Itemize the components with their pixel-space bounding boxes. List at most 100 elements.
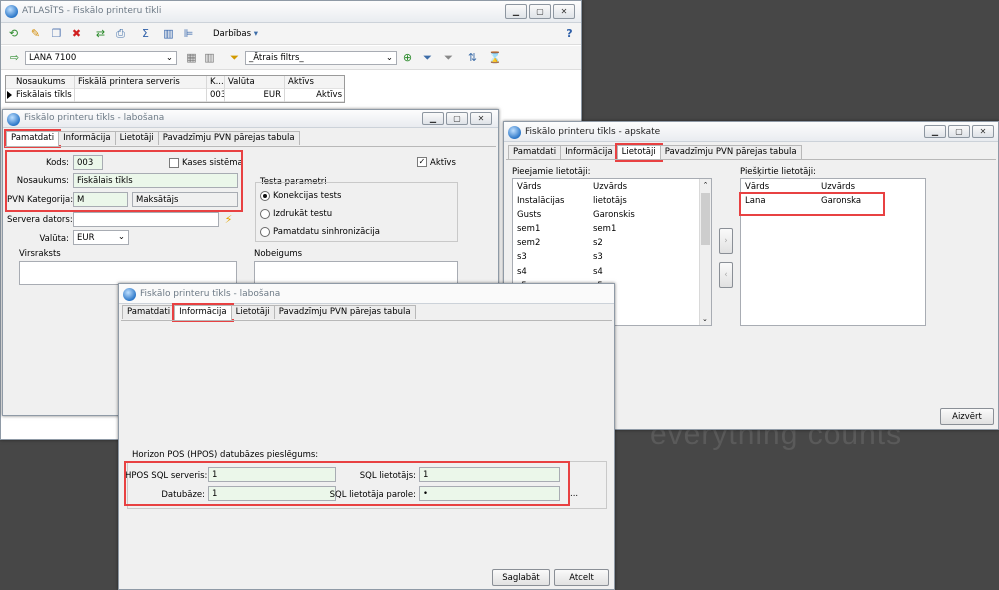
- table-row[interactable]: Fiskālais tīkls 003 EUR Aktīvs: [6, 89, 344, 102]
- sql-password-field[interactable]: •: [419, 486, 560, 501]
- column-header[interactable]: Fiskālā printera serveris: [75, 76, 207, 89]
- column-header[interactable]: Valūta: [225, 76, 285, 89]
- company-select[interactable]: LANA 7100 ⌄: [25, 51, 177, 65]
- minimize-button[interactable]: ▁: [422, 112, 444, 125]
- tab-pvn-tabula[interactable]: Pavadzīmju PVN pārejas tabula: [157, 131, 300, 145]
- chevron-down-icon: ▾: [253, 29, 259, 39]
- columns-icon[interactable]: ▥: [162, 27, 175, 40]
- print-icon[interactable]: ⎙: [114, 27, 127, 40]
- password-more-button[interactable]: ...: [570, 489, 578, 499]
- list-item[interactable]: Gusts Garonskis: [513, 209, 699, 222]
- list-item[interactable]: s3 s3: [513, 251, 699, 264]
- connection-test-radio[interactable]: [260, 191, 270, 201]
- unassign-user-button[interactable]: ‹: [719, 262, 733, 288]
- currency-select[interactable]: EUR ⌄: [73, 230, 129, 245]
- list-item[interactable]: s4 s4: [513, 266, 699, 279]
- filter-edit-icon[interactable]: ⏷: [421, 51, 434, 64]
- tab-informacija[interactable]: Informācija: [560, 145, 618, 159]
- close-button[interactable]: ✕: [470, 112, 492, 125]
- assigned-users-list[interactable]: Vārds Uzvārds Lana Garonska: [740, 178, 926, 326]
- edit-icon[interactable]: ✎: [29, 27, 42, 40]
- name-field[interactable]: Fiskālais tīkls: [73, 173, 238, 188]
- server-computer-field[interactable]: [73, 212, 219, 227]
- column-header[interactable]: Aktīvs: [285, 76, 345, 89]
- hourglass-icon[interactable]: ⌛: [488, 51, 502, 64]
- minimize-button[interactable]: ▁: [924, 125, 946, 138]
- close-button[interactable]: ✕: [553, 4, 575, 19]
- column-header[interactable]: Nosaukums: [13, 76, 75, 89]
- save-button[interactable]: Saglabāt: [492, 569, 550, 586]
- tree-icon[interactable]: ⊫: [182, 27, 195, 40]
- close-view-button[interactable]: Aizvērt: [940, 408, 994, 425]
- assign-user-button[interactable]: ›: [719, 228, 733, 254]
- chevron-down-icon: ⌄: [385, 53, 393, 63]
- filter-clear-icon[interactable]: ⏷: [442, 51, 455, 64]
- user-first-name: Instalācijas: [517, 196, 565, 206]
- tab-informacija[interactable]: Informācija: [172, 303, 234, 322]
- edit-window-basic-titlebar[interactable]: Fiskālo printeru tīkls - labošana ▁ ▢ ✕: [3, 110, 498, 128]
- tab-informacija[interactable]: Informācija: [58, 131, 116, 145]
- database-label: Datubāze:: [161, 490, 205, 500]
- tab-lietotaji[interactable]: Lietotāji: [614, 143, 663, 162]
- tab-pvn-tabula[interactable]: Pavadzīmju PVN pārejas tabula: [659, 145, 802, 159]
- tab-pamatdati[interactable]: Pamatdati: [3, 129, 62, 148]
- tab-pamatdati[interactable]: Pamatdati: [508, 145, 562, 159]
- help-icon[interactable]: ?: [563, 27, 576, 40]
- cancel-button[interactable]: Atcelt: [554, 569, 609, 586]
- database-field[interactable]: 1: [208, 486, 336, 501]
- add-filter-icon[interactable]: ⊕: [401, 51, 414, 64]
- maximize-button[interactable]: ▢: [446, 112, 468, 125]
- maximize-button[interactable]: ▢: [948, 125, 970, 138]
- sum-icon[interactable]: Σ: [139, 27, 152, 40]
- print-test-radio[interactable]: [260, 209, 270, 219]
- quick-filter-select[interactable]: _Ātrais filtrs_ ⌄: [245, 51, 397, 65]
- available-users-scrollbar[interactable]: ⌃ ⌄: [699, 179, 711, 325]
- sql-user-field[interactable]: 1: [419, 467, 560, 482]
- barcode-icon[interactable]: ▥: [203, 51, 216, 64]
- view-window-title: Fiskālo printeru tīkls - apskate: [525, 127, 661, 137]
- list-item[interactable]: sem1 sem1: [513, 223, 699, 236]
- vat-category-label: PVN Kategorija:: [7, 195, 74, 205]
- close-button[interactable]: ✕: [972, 125, 994, 138]
- tab-lietotaji[interactable]: Lietotāji: [114, 131, 159, 145]
- list-item[interactable]: Lana Garonska: [741, 195, 925, 208]
- sync-icon[interactable]: ⇄: [94, 27, 107, 40]
- actions-menu[interactable]: Darbības ▾: [213, 29, 258, 39]
- lightning-icon[interactable]: ⚡: [222, 213, 235, 226]
- data-sync-label: Pamatdatu sinhronizācija: [273, 227, 380, 237]
- active-label: Aktīvs: [430, 158, 456, 168]
- vat-category-code-field[interactable]: M: [73, 192, 128, 207]
- maximize-button[interactable]: ▢: [529, 4, 551, 19]
- copy-icon[interactable]: ❐: [50, 27, 63, 40]
- filter-icon[interactable]: ⏷: [228, 51, 241, 64]
- view-window-titlebar[interactable]: Fiskālo printeru tīkls - apskate ▁ ▢ ✕: [504, 122, 998, 142]
- assigned-users-header: Vārds Uzvārds: [745, 182, 856, 192]
- footer-text-area[interactable]: [254, 261, 458, 285]
- tab-pvn-tabula[interactable]: Pavadzīmju PVN pārejas tabula: [273, 305, 416, 319]
- sort-icon[interactable]: ⇅: [466, 51, 479, 64]
- scroll-up-icon[interactable]: ⌃: [700, 181, 711, 189]
- edit-window-info-titlebar[interactable]: Fiskālo printeru tīkls - labošana: [119, 284, 614, 304]
- tab-pamatdati[interactable]: Pamatdati: [122, 305, 176, 319]
- code-field[interactable]: 003: [73, 155, 103, 170]
- grid-cell: EUR: [225, 89, 285, 102]
- refresh-icon[interactable]: ⟲: [7, 27, 20, 40]
- user-last-name: s2: [593, 238, 603, 249]
- scroll-thumb[interactable]: [701, 193, 710, 245]
- cash-system-checkbox[interactable]: [169, 158, 179, 168]
- tab-lietotaji[interactable]: Lietotāji: [230, 305, 275, 319]
- list-item[interactable]: sem2 s2: [513, 237, 699, 250]
- header-text-area[interactable]: [19, 261, 237, 285]
- column-header[interactable]: K...: [207, 76, 225, 89]
- user-first-name: s3: [517, 252, 527, 263]
- scroll-down-icon[interactable]: ⌄: [702, 315, 708, 323]
- minimize-button[interactable]: ▁: [505, 4, 527, 19]
- search-window-titlebar[interactable]: ATLASĪTS - Fiskālo printeru tīkli ▁ ▢ ✕: [1, 1, 581, 23]
- list-item[interactable]: Instalācijas lietotājs: [513, 195, 699, 208]
- sql-password-label: SQL lietotāja parole:: [329, 490, 416, 500]
- database-icon[interactable]: ▦: [185, 51, 198, 64]
- sql-server-field[interactable]: 1: [208, 467, 336, 482]
- data-sync-radio[interactable]: [260, 227, 270, 237]
- active-checkbox[interactable]: ✓: [417, 157, 427, 167]
- delete-icon[interactable]: ✖: [70, 27, 83, 40]
